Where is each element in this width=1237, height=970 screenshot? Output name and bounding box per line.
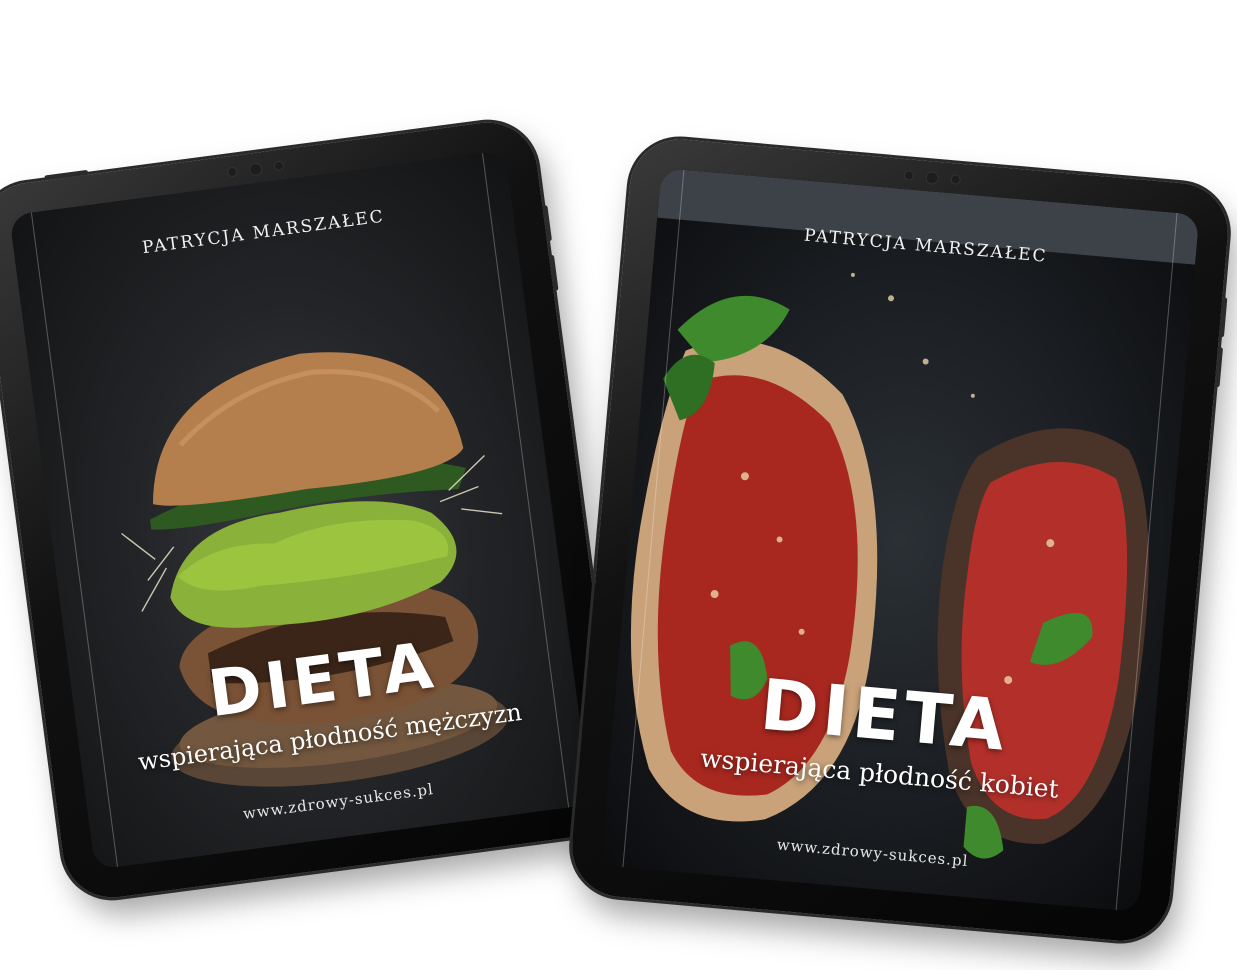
ebook-cover-womens[interactable]: PATRYCJA MARSZAŁEC DIETA wspierająca pło… [600,167,1200,913]
ebook-cover-mens[interactable]: PATRYCJA MARSZAŁEC DIETA wspierająca pło… [9,150,591,870]
tablet-womens-diet: PATRYCJA MARSZAŁEC DIETA wspierająca pło… [568,135,1232,945]
volume-button [1214,346,1224,388]
camera-icon [901,169,962,186]
tablet-mens-diet: PATRYCJA MARSZAŁEC DIETA wspierająca pło… [0,116,625,904]
camera-icon [225,159,286,179]
volume-button [548,254,559,292]
power-button [44,169,89,181]
volume-button [1218,297,1228,338]
volume-button [542,205,553,242]
